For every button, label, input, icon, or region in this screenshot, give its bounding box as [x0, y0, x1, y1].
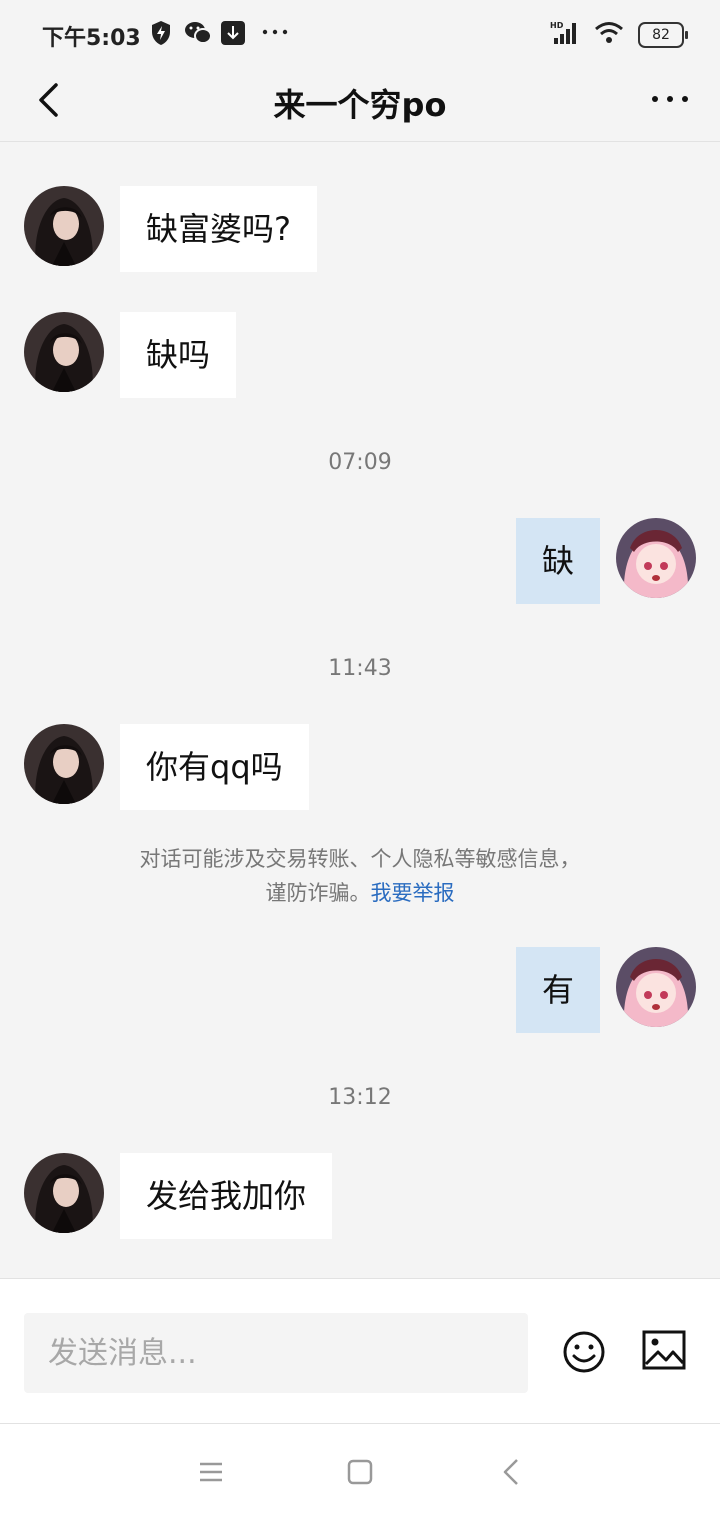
- message-bubble-incoming[interactable]: 缺富婆吗?: [120, 186, 317, 272]
- battery-icon: 82: [638, 22, 688, 48]
- more-dots-icon: [652, 96, 688, 102]
- page-title: 来一个穷po: [273, 86, 447, 124]
- message-bubble-outgoing[interactable]: 有: [515, 947, 600, 1033]
- home-button[interactable]: [346, 1458, 374, 1486]
- status-bar: 下午5:03 HD 82: [0, 0, 720, 68]
- avatar-contact[interactable]: [24, 312, 104, 392]
- message-input[interactable]: [24, 1313, 528, 1393]
- system-nav-bar: [0, 1424, 720, 1520]
- svg-text:HD: HD: [550, 21, 564, 30]
- safety-notice-line1: 对话可能涉及交易转账、个人隐私等敏感信息，: [139, 847, 581, 871]
- avatar-contact[interactable]: [24, 1153, 104, 1233]
- avatar-contact[interactable]: [24, 724, 104, 804]
- emoji-button[interactable]: [562, 1330, 606, 1374]
- menu-button[interactable]: [197, 1458, 225, 1486]
- image-button[interactable]: [642, 1330, 686, 1370]
- system-back-button[interactable]: [498, 1458, 526, 1486]
- safety-notice: 对话可能涉及交易转账、个人隐私等敏感信息， 谨防诈骗。我要举报: [0, 842, 720, 910]
- report-link[interactable]: 我要举报: [371, 881, 455, 905]
- more-options-button[interactable]: [650, 84, 690, 114]
- safety-notice-line2-wrap: 谨防诈骗。我要举报: [0, 876, 720, 910]
- message-bubble-outgoing[interactable]: 缺: [515, 518, 600, 604]
- menu-icon: [200, 1462, 222, 1482]
- wifi-icon: [594, 20, 626, 50]
- download-icon: [220, 20, 246, 50]
- home-square-icon: [347, 1459, 373, 1485]
- message-timestamp: 11:43: [328, 656, 392, 681]
- more-dots-icon: [262, 22, 288, 46]
- wechat-icon: [184, 20, 212, 50]
- message-bubble-incoming[interactable]: 发给我加你: [120, 1153, 333, 1239]
- chat-header: 来一个穷po: [0, 68, 720, 142]
- message-bubble-incoming[interactable]: 缺吗: [120, 312, 237, 398]
- message-timestamp: 07:09: [328, 450, 392, 475]
- message-bubble-incoming[interactable]: 你有qq吗: [120, 724, 309, 810]
- back-chevron-icon: [503, 1459, 518, 1485]
- avatar-self[interactable]: [616, 518, 696, 598]
- image-icon: [642, 1330, 686, 1370]
- shield-bolt-icon: [150, 20, 172, 50]
- hd-signal-icon: HD: [550, 20, 582, 50]
- avatar-contact[interactable]: [24, 186, 104, 266]
- message-list[interactable]: 缺富婆吗? 缺吗 07:09 缺 11:43 你有qq吗 对话可能涉及交易转账、…: [0, 142, 720, 1278]
- safety-notice-line2: 谨防诈骗。: [265, 881, 371, 905]
- avatar-self[interactable]: [616, 947, 696, 1027]
- composer-bar: [0, 1278, 720, 1424]
- status-time: 下午5:03: [42, 26, 141, 51]
- message-timestamp: 13:12: [328, 1085, 392, 1110]
- smiley-icon: [563, 1331, 605, 1373]
